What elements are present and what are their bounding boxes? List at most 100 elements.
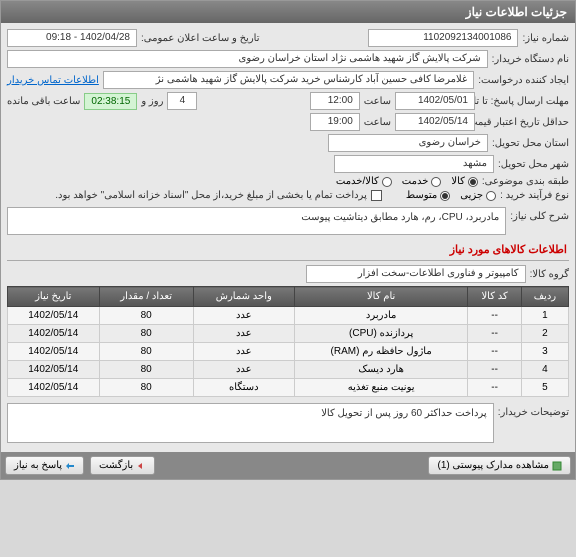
table-cell: 1402/05/14 [8,325,100,343]
purchase-type-group: جزیی متوسط [406,190,496,201]
saat-label-2: ساعت [364,117,391,128]
deadline-reply-time: 12:00 [310,92,360,110]
items-table: ردیفکد کالانام کالاواحد شمارشتعداد / مقد… [7,286,569,397]
table-cell: 1402/05/14 [8,379,100,397]
table-cell: عدد [193,325,294,343]
table-row[interactable]: 4--هارد دیسکعدد801402/05/14 [8,361,569,379]
need-cat-label: طبقه بندی موضوعی: [482,176,569,187]
radio-jozi-label: جزیی [460,190,483,201]
reply-button[interactable]: پاسخ به نیاز [5,456,84,475]
saat-label-1: ساعت [364,96,391,107]
table-cell: 80 [99,343,193,361]
radio-both-label: کالا/خدمت [336,176,379,187]
buyer-notes-label: توضیحات خریدار: [498,403,569,418]
table-cell: عدد [193,307,294,325]
table-cell: ماژول حافظه رم (RAM) [294,343,468,361]
days-label: روز و [141,96,163,107]
radio-kala-label: کالا [451,176,465,187]
table-row[interactable]: 1--مادربردعدد801402/05/14 [8,307,569,325]
payment-note: پرداخت تمام یا بخشی از مبلغ خرید،از محل … [55,190,367,201]
table-cell: مادربرد [294,307,468,325]
min-credit-label: حداقل تاریخ اعتبار قیمت: تا تاریخ: [479,117,569,128]
reply-icon [65,461,75,471]
min-credit-date: 1402/05/14 [395,113,475,131]
table-header: تاریخ نیاز [8,287,100,307]
table-cell: هارد دیسک [294,361,468,379]
table-cell: 80 [99,361,193,379]
table-cell: -- [468,379,521,397]
group-label: گروه کالا: [530,269,569,280]
back-icon [136,461,146,471]
radio-motavasset-label: متوسط [406,190,437,201]
table-cell: 80 [99,307,193,325]
deliver-city-label: شهر محل تحویل: [498,159,569,170]
table-cell: 1402/05/14 [8,307,100,325]
attachments-label: مشاهده مدارک پیوستی (1) [437,460,549,471]
creator-value: غلامرضا کافی حسین آباد کارشناس خرید شرکت… [103,71,474,89]
announce-label: تاریخ و ساعت اعلان عمومی: [141,33,260,44]
table-cell: -- [468,325,521,343]
table-cell: عدد [193,361,294,379]
purchase-type-label: نوع فرآیند خرید : [500,190,569,201]
table-cell: -- [468,307,521,325]
countdown-timer: 02:38:15 [84,93,137,110]
category-radio-group: کالا خدمت کالا/خدمت [336,176,478,187]
radio-kala[interactable] [468,177,478,187]
table-cell: 2 [521,325,568,343]
table-header: نام کالا [294,287,468,307]
attachments-button[interactable]: مشاهده مدارک پیوستی (1) [428,456,571,475]
deadline-reply-label: مهلت ارسال پاسخ: تا تاریخ: [479,96,569,107]
remain-label: ساعت باقی مانده [7,96,80,107]
table-cell: دستگاه [193,379,294,397]
footer-toolbar: مشاهده مدارک پیوستی (1) بازگشت پاسخ به ن… [1,452,575,479]
radio-motavasset[interactable] [440,191,450,201]
announce-value: 1402/04/28 - 09:18 [7,29,137,47]
table-cell: 5 [521,379,568,397]
table-header: واحد شمارش [193,287,294,307]
niaz-no-value: 1102092134001086 [368,29,518,47]
reply-label: پاسخ به نیاز [14,460,62,471]
items-section-title: اطلاعات کالاهای مورد نیاز [7,239,569,261]
deliver-city-value: مشهد [334,155,494,173]
desc-label: شرح کلی نیاز: [510,207,569,222]
back-label: بازگشت [99,460,133,471]
niaz-no-label: شماره نیاز: [522,33,569,44]
contact-link[interactable]: اطلاعات تماس خریدار [7,75,99,86]
radio-both[interactable] [382,177,392,187]
min-credit-time: 19:00 [310,113,360,131]
table-cell: 1 [521,307,568,325]
radio-khadamat[interactable] [431,177,441,187]
table-cell: -- [468,361,521,379]
table-header: ردیف [521,287,568,307]
table-row[interactable]: 2--پردازنده (CPU)عدد801402/05/14 [8,325,569,343]
days-remaining: 4 [167,92,197,110]
panel-title: جزئیات اطلاعات نیاز [1,1,575,23]
buyer-org-label: نام دستگاه خریدار: [492,54,569,65]
table-cell: عدد [193,343,294,361]
treasury-checkbox[interactable] [371,190,382,201]
table-cell: 80 [99,379,193,397]
table-cell: 4 [521,361,568,379]
radio-jozi[interactable] [486,191,496,201]
table-cell: 1402/05/14 [8,343,100,361]
table-row[interactable]: 3--ماژول حافظه رم (RAM)عدد801402/05/14 [8,343,569,361]
table-cell: 80 [99,325,193,343]
table-header: کد کالا [468,287,521,307]
creator-label: ایجاد کننده درخواست: [478,75,569,86]
table-header: تعداد / مقدار [99,287,193,307]
buyer-notes-value: پرداخت حداکثر 60 روز پس از تحویل کالا [7,403,494,443]
table-cell: 3 [521,343,568,361]
deliver-prov-value: خراسان رضوی [328,134,488,152]
group-value: کامپیوتر و فناوری اطلاعات-سخت افزار [306,265,526,283]
desc-value: مادربرد، CPU، رم، هارد مطابق دیتاشیت پیو… [7,207,506,235]
table-cell: پردازنده (CPU) [294,325,468,343]
radio-khadamat-label: خدمت [402,176,429,187]
table-cell: 1402/05/14 [8,361,100,379]
buyer-org-value: شرکت پالایش گاز شهید هاشمی نژاد استان خر… [7,50,488,68]
table-cell: یونیت منبع تغذیه [294,379,468,397]
deadline-reply-date: 1402/05/01 [395,92,475,110]
table-cell: -- [468,343,521,361]
table-row[interactable]: 5--یونیت منبع تغذیهدستگاه801402/05/14 [8,379,569,397]
deliver-prov-label: استان محل تحویل: [492,138,569,149]
back-button[interactable]: بازگشت [90,456,155,475]
